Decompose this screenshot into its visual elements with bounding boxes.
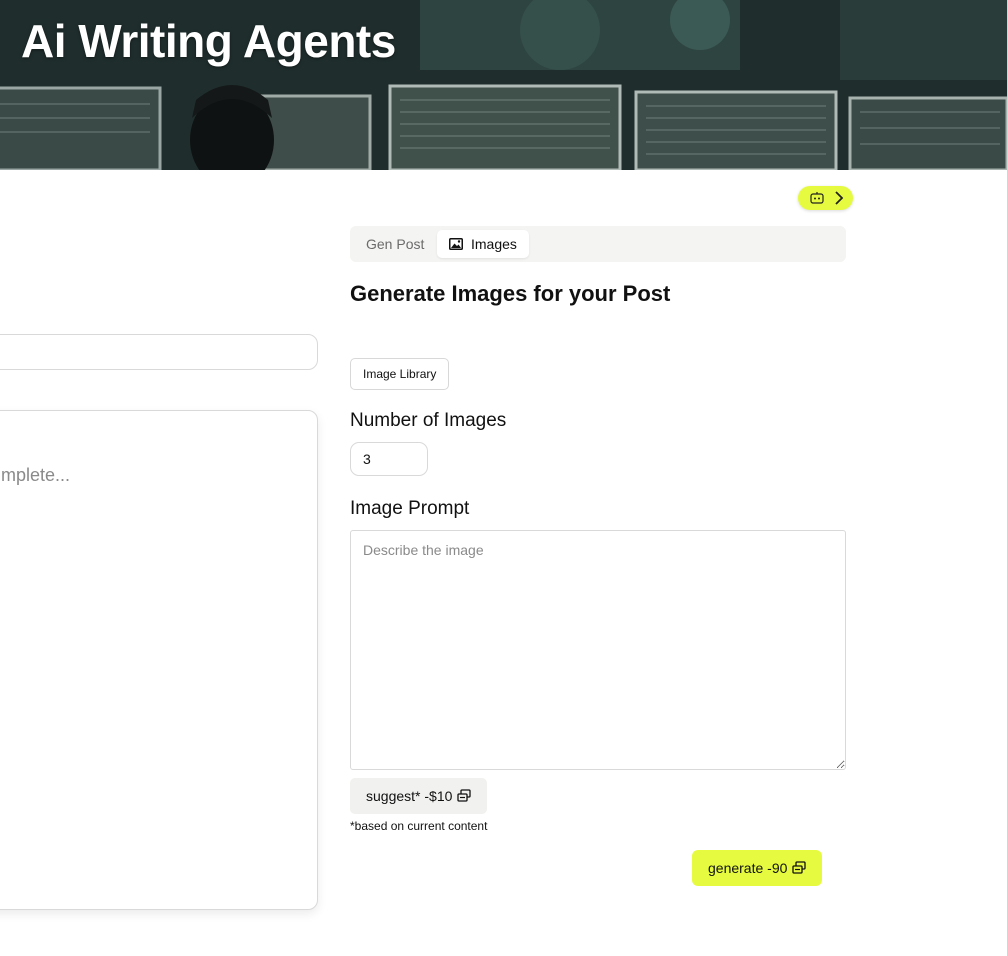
image-prompt-textarea[interactable] (350, 530, 846, 770)
tab-gen-post[interactable]: Gen Post (366, 230, 424, 258)
left-title-input[interactable] (0, 334, 318, 370)
number-of-images-label: Number of Images (350, 410, 507, 431)
hero-banner: Ai Writing Agents (0, 0, 1007, 170)
image-icon (449, 238, 463, 250)
generate-button-label: generate -90 (708, 860, 788, 876)
tab-bar: Gen Post Images (350, 226, 846, 262)
left-editor[interactable]: mplete... (0, 410, 318, 910)
page-title: Ai Writing Agents (21, 15, 396, 67)
panel-toggle-button[interactable] (798, 186, 853, 210)
chevron-right-icon (835, 191, 844, 205)
section-title: Generate Images for your Post (350, 281, 671, 306)
tab-images[interactable]: Images (437, 230, 529, 258)
number-of-images-input[interactable] (350, 442, 428, 476)
robot-icon (810, 192, 824, 204)
suggest-button[interactable]: suggest* -$10 (350, 778, 488, 814)
image-library-button[interactable]: Image Library (350, 358, 450, 390)
coins-icon (457, 789, 472, 802)
image-prompt-label: Image Prompt (350, 498, 470, 519)
generate-button[interactable]: generate -90 (692, 850, 823, 886)
coins-icon (792, 861, 807, 874)
tab-images-label: Images (471, 236, 517, 252)
suggest-button-label: suggest* -$10 (366, 788, 453, 804)
editor-placeholder: mplete... (1, 465, 71, 485)
tab-gen-post-label: Gen Post (366, 236, 425, 252)
suggest-note: *based on current content (350, 819, 488, 833)
